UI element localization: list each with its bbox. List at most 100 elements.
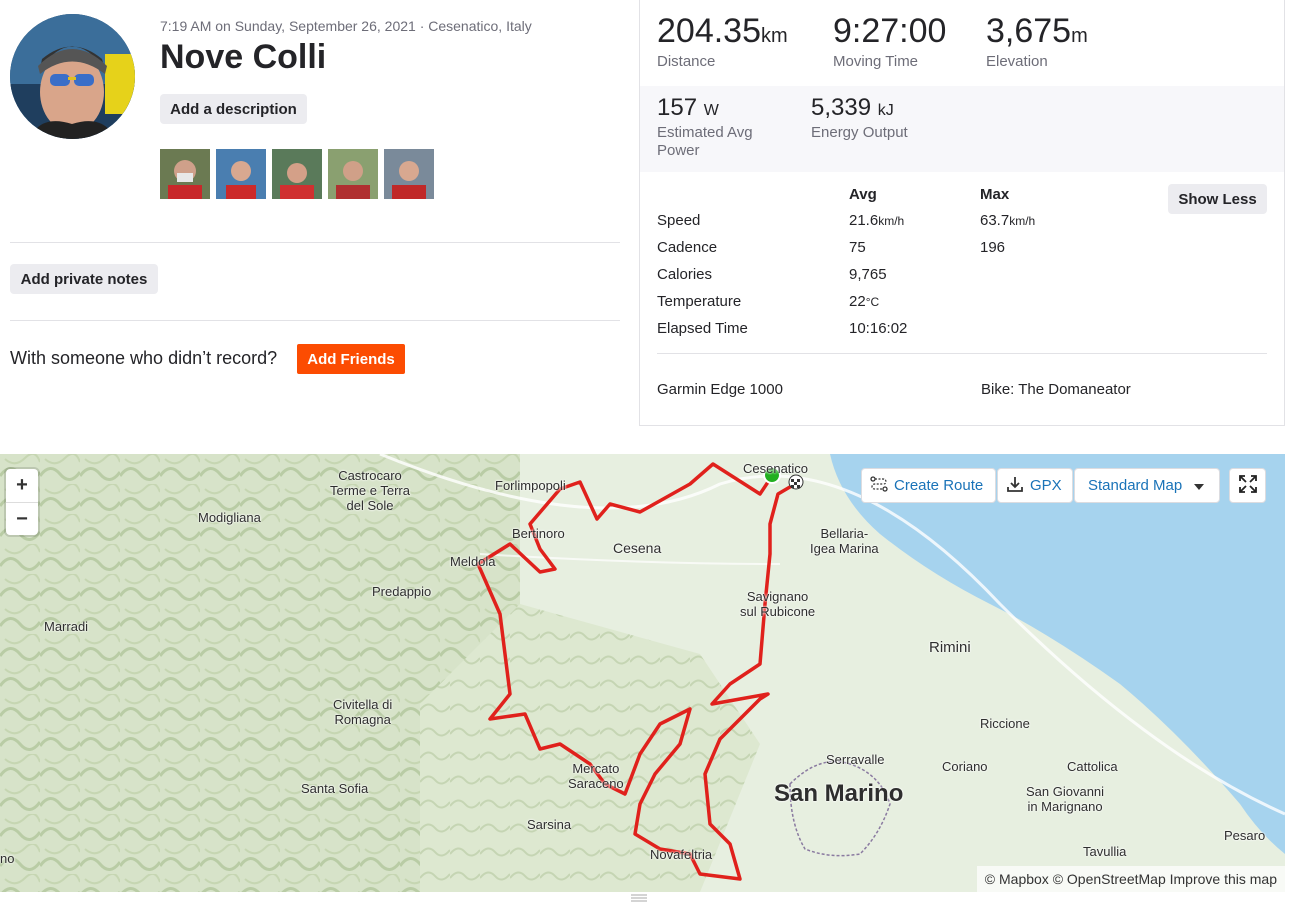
map-label: Civitella di Romagna [333, 697, 393, 727]
row-avg: 10:16:02 [849, 320, 908, 337]
gpx-label: GPX [1030, 477, 1062, 494]
col-avg-header: Avg [849, 186, 877, 203]
map-label: Mercato Saraceno [568, 761, 624, 791]
bike-name[interactable]: Bike: The Domaneator [981, 381, 1131, 398]
elevation-label: Elevation [986, 53, 1048, 70]
energy-label: Energy Output [811, 124, 908, 141]
expand-icon [1238, 474, 1258, 498]
activity-photo[interactable] [160, 149, 210, 199]
row-label: Calories [657, 266, 713, 283]
add-friends-button[interactable]: Add Friends [297, 344, 405, 374]
row-label: Temperature [657, 293, 742, 310]
map-label: Coriano [942, 759, 988, 774]
moving-time-label: Moving Time [833, 53, 919, 70]
gpx-download-button[interactable]: GPX [997, 468, 1073, 503]
stat-elevation: 3,675m Elevation [986, 12, 1088, 70]
row-label: Elapsed Time [657, 320, 748, 337]
stat-power: 157 W Estimated Avg Power [657, 94, 777, 160]
map-label: Castrocaro Terme e Terra del Sole [330, 468, 410, 513]
map-label: Cesena [613, 540, 662, 556]
map-style-select[interactable]: Standard Map [1074, 468, 1220, 503]
add-description-button[interactable]: Add a description [160, 94, 307, 124]
map-label: Novafeltria [650, 847, 713, 862]
elevation-value: 3,675 [986, 12, 1072, 50]
activity-photo[interactable] [272, 149, 322, 199]
show-less-button[interactable]: Show Less [1168, 184, 1267, 214]
divider [657, 353, 1267, 354]
col-max-header: Max [980, 186, 1010, 203]
stat-moving-time: 9:27:00 Moving Time [833, 12, 946, 70]
activity-summary: 7:19 AM on Sunday, September 26, 2021 · … [0, 0, 639, 426]
caret-down-icon [1194, 477, 1205, 494]
activity-date-location: 7:19 AM on Sunday, September 26, 2021 · … [160, 18, 532, 34]
row-label: Speed [657, 212, 701, 229]
map-label: Forlimpopoli [495, 478, 566, 493]
map-label: Bertinoro [512, 526, 565, 541]
map-label: Rimini [929, 639, 971, 656]
moving-time-value: 9:27:00 [833, 12, 947, 50]
map-label: San Marino [774, 780, 904, 807]
activity-photo[interactable] [384, 149, 434, 199]
power-label: Estimated Avg Power [657, 124, 753, 159]
map-resize-bar[interactable] [0, 892, 1285, 914]
create-route-button[interactable]: Create Route [861, 468, 996, 503]
elevation-unit: m [1071, 25, 1088, 47]
map-attribution[interactable]: © Mapbox © OpenStreetMap Improve this ma… [976, 866, 1285, 892]
fullscreen-button[interactable] [1229, 468, 1266, 503]
row-avg: 21.6 [849, 212, 879, 229]
distance-label: Distance [657, 53, 716, 70]
map-label: Meldola [450, 554, 496, 569]
secondary-stats: 157 W Estimated Avg Power 5,339 kJ Energ… [640, 86, 1284, 172]
row-label: Cadence [657, 239, 718, 256]
stats-panel: 204.35km Distance 9:27:00 Moving Time 3,… [639, 0, 1285, 426]
with-someone-prompt: With someone who didn’t record? [10, 348, 278, 368]
map-label: Predappio [372, 584, 432, 599]
map-label: Cesenatico [743, 461, 809, 476]
device-name: Garmin Edge 1000 [657, 381, 783, 398]
drag-handle-icon [631, 894, 647, 902]
map-label: Sarsina [527, 817, 572, 832]
map-canvas [0, 454, 1285, 892]
row-avg-unit: °C [865, 295, 880, 309]
add-private-notes-button[interactable]: Add private notes [10, 264, 158, 294]
map-label: Tavullia [1083, 844, 1127, 859]
row-avg: 75 [849, 239, 866, 256]
zoom-out-button[interactable]: − [6, 503, 38, 536]
download-icon [1006, 475, 1024, 497]
activity-photo[interactable] [328, 149, 378, 199]
zoom-control: + − [6, 469, 38, 535]
divider [10, 242, 620, 243]
athlete-avatar[interactable] [10, 14, 135, 139]
route-icon [870, 475, 888, 496]
map-label: Marradi [44, 619, 89, 634]
energy-value: 5,339 [811, 94, 872, 121]
map-label: no [0, 851, 15, 866]
activity-title: Nove Colli [160, 38, 327, 76]
map-label: Bellaria- Igea Marina [810, 526, 879, 556]
map-label: San Giovanni in Marignano [1026, 784, 1105, 814]
map-label: Cattolica [1067, 759, 1118, 774]
row-max: 63.7 [980, 212, 1010, 229]
divider [10, 320, 620, 321]
row-avg-unit: km/h [878, 214, 905, 228]
energy-unit: kJ [877, 102, 894, 119]
row-max: 196 [980, 239, 1006, 256]
row-max-unit: km/h [1009, 214, 1036, 228]
distance-unit: km [761, 25, 788, 47]
map-label: Modigliana [198, 510, 261, 525]
map-label: Serravalle [826, 752, 885, 767]
stat-distance: 204.35km Distance [657, 12, 788, 70]
row-avg: 22 [849, 293, 866, 310]
activity-photo[interactable] [216, 149, 266, 199]
zoom-in-button[interactable]: + [6, 469, 38, 503]
power-unit: W [703, 102, 719, 119]
create-route-label: Create Route [894, 477, 984, 494]
map-label: Riccione [980, 716, 1030, 731]
distance-value: 204.35 [657, 12, 761, 50]
row-avg: 9,765 [849, 266, 887, 283]
power-value: 157 [657, 94, 698, 121]
map-label: Pesaro [1224, 828, 1266, 843]
route-map[interactable]: Castrocaro Terme e Terra del Sole Forlimpo… [0, 454, 1285, 892]
map-label: Santa Sofia [301, 781, 369, 796]
photo-strip [160, 149, 434, 199]
